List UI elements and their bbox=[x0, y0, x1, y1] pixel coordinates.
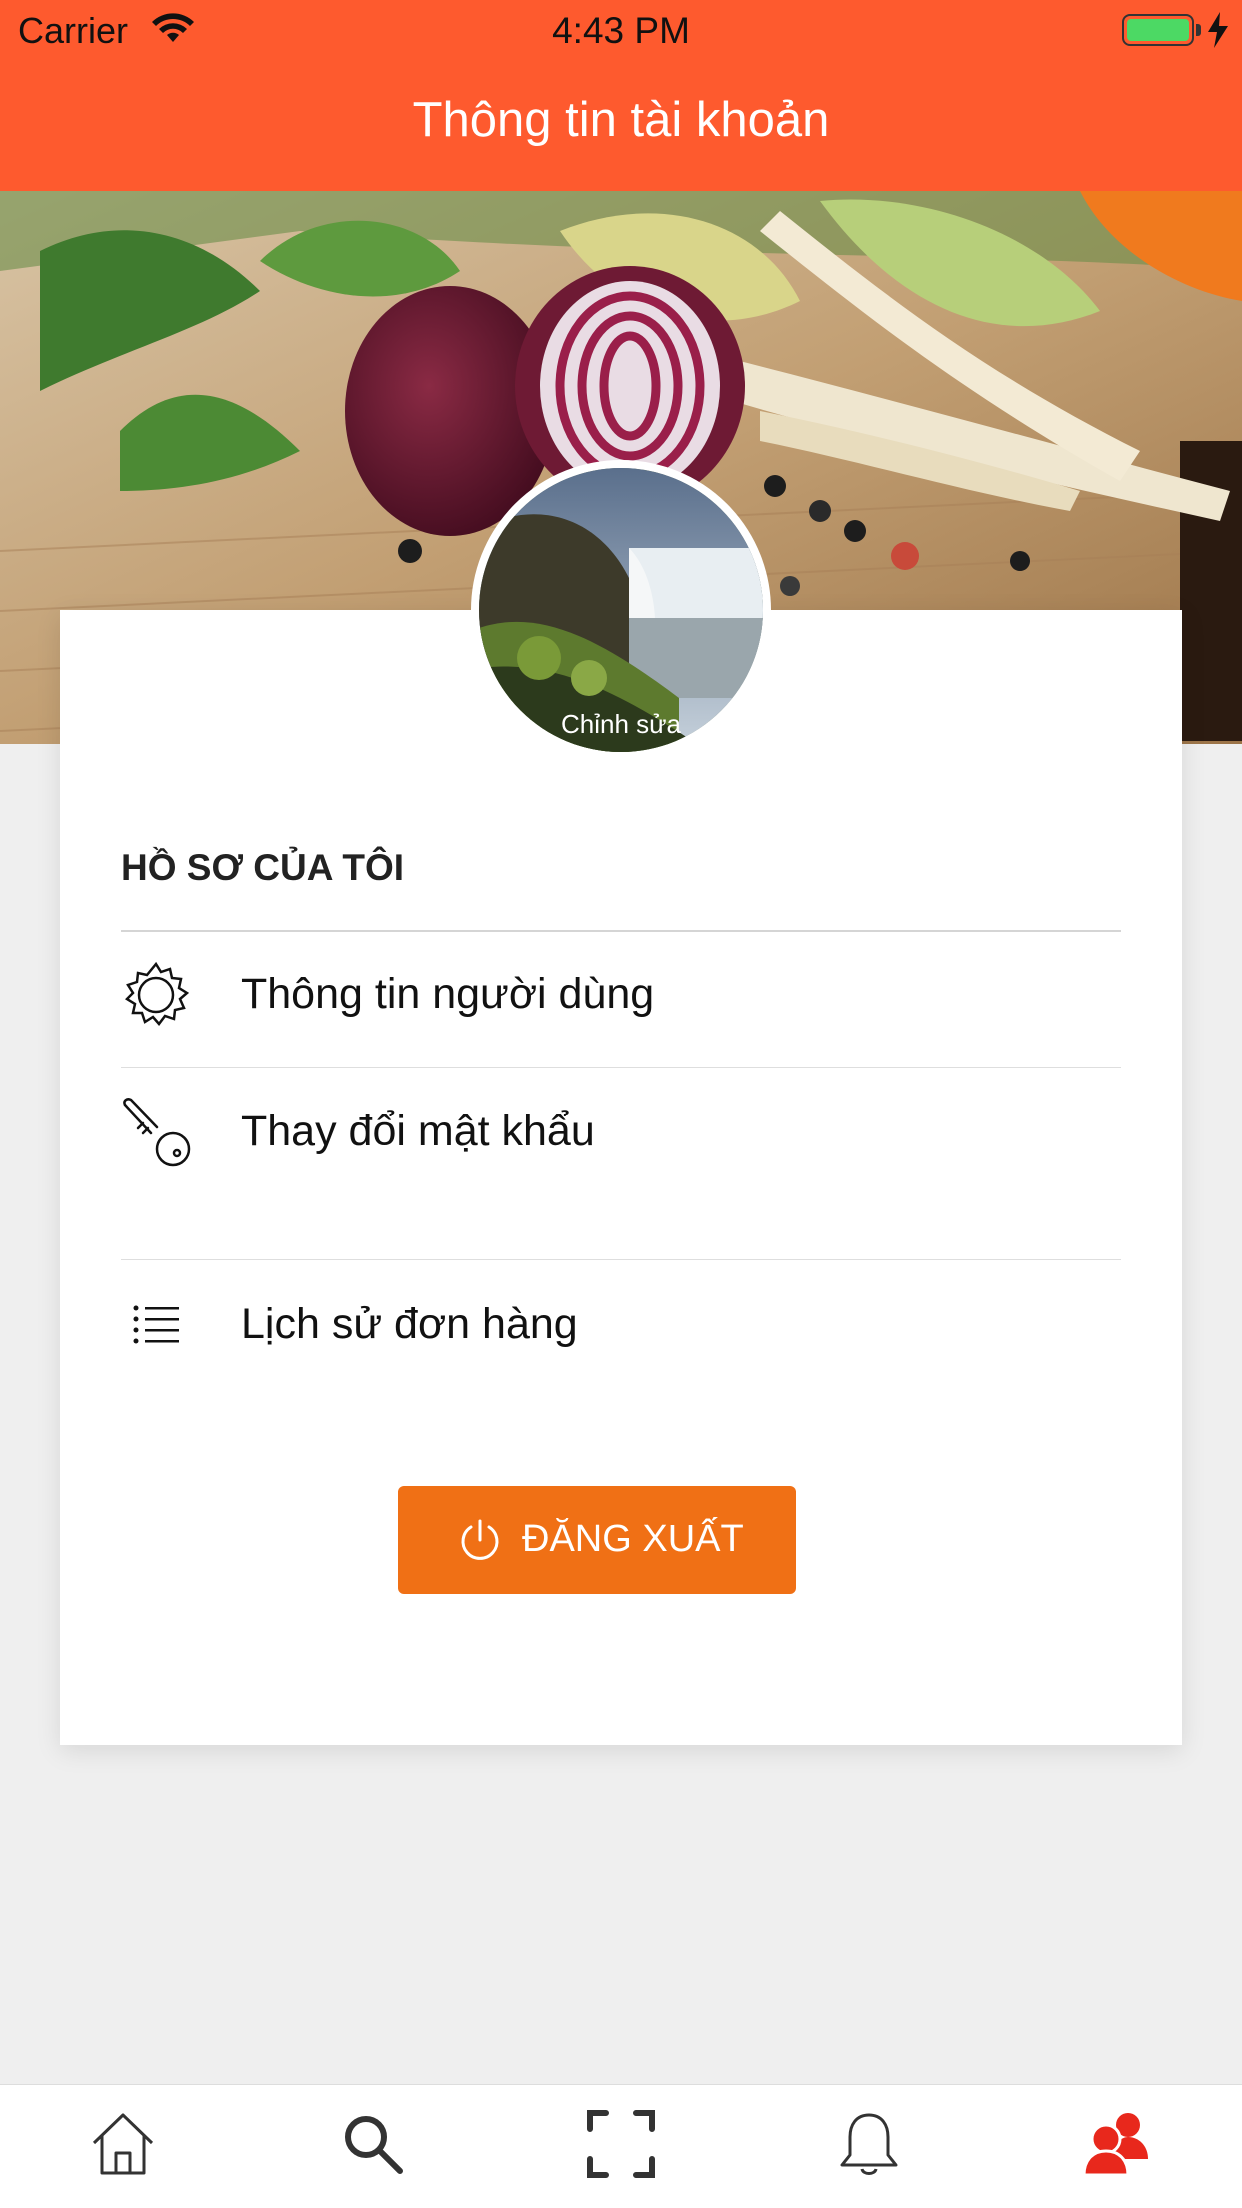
section-title: HỒ SƠ CỦA TÔI bbox=[121, 847, 405, 888]
bell-icon[interactable] bbox=[834, 2109, 904, 2179]
search-icon[interactable] bbox=[338, 2109, 408, 2179]
users-icon[interactable] bbox=[1082, 2109, 1152, 2179]
battery-tip bbox=[1196, 24, 1201, 36]
page-title: Thông tin tài khoản bbox=[412, 93, 830, 147]
status-bar: Carrier 4:43 PM bbox=[0, 0, 1242, 60]
logout-label: ĐĂNG XUẤT bbox=[522, 1518, 744, 1560]
menu-item-label: Thông tin người dùng bbox=[241, 970, 655, 1018]
item-divider bbox=[121, 1259, 1121, 1260]
status-time: 4:43 PM bbox=[552, 10, 690, 51]
menu-item-change-password[interactable]: Thay đổi mật khẩu bbox=[121, 1087, 1121, 1187]
home-icon[interactable] bbox=[88, 2109, 158, 2179]
gear-icon bbox=[125, 961, 190, 1026]
charging-icon bbox=[1208, 12, 1228, 48]
menu-item-label: Thay đổi mật khẩu bbox=[241, 1107, 595, 1155]
power-icon bbox=[461, 1519, 499, 1560]
logout-button[interactable]: ĐĂNG XUẤT bbox=[398, 1486, 796, 1594]
top-navigation-bar: Carrier 4:43 PM Thông tin tài khoản bbox=[0, 0, 1242, 191]
avatar-edit-label[interactable]: Chỉnh sửa bbox=[479, 709, 763, 740]
tab-bar bbox=[0, 2084, 1242, 2208]
scan-icon[interactable] bbox=[586, 2109, 656, 2179]
menu-item-order-history[interactable]: Lịch sử đơn hàng bbox=[121, 1280, 1121, 1380]
battery-icon bbox=[1122, 14, 1194, 46]
menu-item-user-info[interactable]: Thông tin người dùng bbox=[121, 950, 1121, 1050]
menu-item-label: Lịch sử đơn hàng bbox=[241, 1300, 578, 1348]
section-divider bbox=[121, 930, 1121, 932]
avatar[interactable]: Chỉnh sửa bbox=[471, 460, 771, 760]
key-icon bbox=[123, 1098, 191, 1167]
item-divider bbox=[121, 1067, 1121, 1068]
list-icon bbox=[133, 1305, 179, 1344]
